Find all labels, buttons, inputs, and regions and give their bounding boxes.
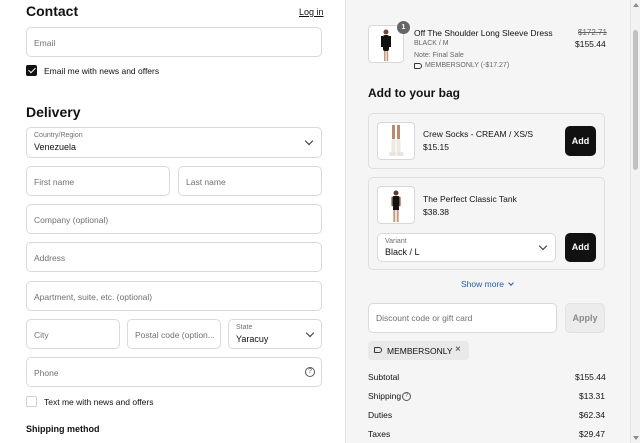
email-news-label: Email me with news and offers: [44, 66, 160, 76]
contact-heading: Contact: [26, 3, 79, 19]
email-news-checkbox[interactable]: [26, 65, 37, 76]
country-label: Country/Region: [34, 132, 83, 139]
chevron-down-icon: [508, 280, 515, 286]
scroll-down-arrow-icon[interactable]: [633, 436, 639, 440]
item-name: Off The Shoulder Long Sleeve Dress: [414, 28, 553, 38]
item-discount: MEMBERSONLY (-$17.27): [425, 62, 510, 69]
address-placeholder: Address: [34, 253, 66, 263]
subtotal-value: $155.44: [575, 372, 606, 382]
show-more-label: Show more: [461, 279, 504, 289]
variant-label: Variant: [385, 238, 407, 245]
country-select[interactable]: Country/Region Venezuela: [26, 127, 322, 158]
city-placeholder: City: [34, 330, 49, 340]
item-variant: BLACK / M: [414, 40, 449, 47]
text-news-checkbox[interactable]: [26, 396, 37, 407]
state-value: Yaracuy: [236, 334, 269, 344]
phone-placeholder: Phone: [34, 368, 59, 378]
state-select[interactable]: State Yaracuy: [228, 319, 322, 349]
taxes-value: $29.47: [579, 429, 605, 439]
upsell-heading: Add to your bag: [368, 86, 460, 100]
page-scrollbar[interactable]: [630, 0, 640, 443]
tank-image: [391, 190, 401, 222]
chevron-down-icon: [304, 136, 314, 146]
variant-value: Black / L: [385, 247, 420, 257]
city-field[interactable]: City: [26, 319, 120, 349]
question-circle-icon[interactable]: ?: [305, 367, 315, 377]
applied-discount-code: MEMBERSONLY: [387, 346, 453, 356]
upsell-card-tank: The Perfect Classic Tank $38.38 Variant …: [368, 177, 605, 270]
order-summary-column: 1 Off The Shoulder Long Sleeve Dress BLA…: [345, 0, 640, 443]
apartment-placeholder: Apartment, suite, etc. (optional): [34, 292, 153, 302]
country-value: Venezuela: [34, 142, 77, 152]
scroll-up-arrow-icon[interactable]: [633, 3, 639, 7]
item-price: $155.44: [575, 39, 606, 49]
discount-code-field[interactable]: Discount code or gift card: [368, 303, 557, 333]
taxes-label: Taxes: [368, 429, 391, 439]
text-news-label: Text me with news and offers: [44, 397, 154, 407]
socks-thumbnail: [377, 122, 415, 160]
tag-icon: [374, 347, 382, 353]
address-field[interactable]: Address: [26, 242, 322, 272]
apartment-field[interactable]: Apartment, suite, etc. (optional): [26, 281, 322, 311]
item-note: Note: Final Sale: [414, 52, 464, 59]
delivery-heading: Delivery: [26, 104, 81, 120]
socks-image: [389, 125, 404, 156]
last-name-field[interactable]: Last name: [178, 166, 322, 196]
chevron-down-icon: [538, 241, 548, 251]
duties-value: $62.34: [579, 410, 605, 420]
dress-image: [381, 29, 391, 61]
quantity-badge: 1: [397, 21, 410, 34]
email-placeholder: Email: [34, 38, 56, 48]
first-name-placeholder: First name: [34, 177, 75, 187]
subtotal-label: Subtotal: [368, 372, 400, 382]
duties-label: Duties: [368, 410, 393, 420]
close-icon[interactable]: ×: [455, 344, 461, 355]
shipping-method-heading: Shipping method: [26, 424, 100, 434]
shipping-label: Shipping: [368, 391, 402, 401]
scrollbar-thumb[interactable]: [633, 30, 638, 170]
company-placeholder: Company (optional): [34, 215, 109, 225]
tank-variant-select[interactable]: Variant Black / L: [377, 233, 556, 262]
tag-icon: [414, 63, 422, 69]
login-link[interactable]: Log in: [299, 7, 324, 17]
tank-thumbnail: [377, 186, 415, 224]
apply-button[interactable]: Apply: [565, 303, 605, 333]
upsell-card-socks: Crew Socks - CREAM / XS/S $15.15 Add: [368, 113, 605, 169]
postal-code-placeholder: Postal code (option...: [135, 330, 215, 340]
item-original-price: $172.71: [578, 28, 607, 37]
question-circle-icon[interactable]: ?: [402, 392, 411, 401]
add-socks-button[interactable]: Add: [565, 126, 596, 156]
checkout-form-column: Contact Log in Email Email me with news …: [0, 0, 345, 443]
phone-field[interactable]: Phone ?: [26, 357, 322, 387]
show-more-link[interactable]: Show more: [461, 279, 515, 289]
email-field[interactable]: Email: [26, 27, 322, 57]
postal-code-field[interactable]: Postal code (option...: [127, 319, 221, 349]
upsell-item-name: Crew Socks - CREAM / XS/S: [423, 129, 534, 139]
upsell-item-price: $38.38: [423, 207, 449, 217]
state-label: State: [236, 324, 253, 331]
discount-placeholder: Discount code or gift card: [376, 313, 473, 323]
first-name-field[interactable]: First name: [26, 166, 170, 196]
company-field[interactable]: Company (optional): [26, 204, 322, 234]
shipping-value: $13.31: [579, 391, 605, 401]
upsell-item-price: $15.15: [423, 142, 449, 152]
applied-discount-tag: MEMBERSONLY ×: [368, 341, 469, 360]
upsell-item-name: The Perfect Classic Tank: [423, 194, 517, 204]
add-tank-button[interactable]: Add: [565, 233, 596, 262]
last-name-placeholder: Last name: [186, 177, 226, 187]
chevron-down-icon: [305, 328, 315, 338]
